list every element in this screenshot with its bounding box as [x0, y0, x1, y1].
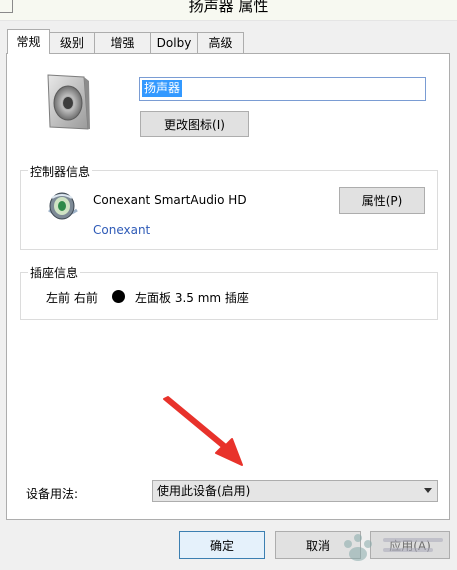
device-usage-value: 使用此设备(启用): [157, 484, 251, 498]
device-name-selection: 扬声器: [142, 80, 183, 97]
jack-color-icon: [112, 290, 125, 303]
device-name-input[interactable]: [139, 77, 426, 101]
tab-general[interactable]: 常规: [7, 29, 50, 54]
tab-enhancements[interactable]: 增强: [94, 32, 151, 53]
controller-properties-button[interactable]: 属性(P): [339, 187, 425, 214]
tab-advanced[interactable]: 高级: [197, 32, 244, 53]
chevron-down-icon: [424, 488, 432, 493]
baidu-watermark-icon: [344, 534, 443, 561]
controller-info-label: 控制器信息: [28, 163, 93, 180]
change-icon-button[interactable]: 更改图标(I): [140, 111, 249, 137]
device-usage-select[interactable]: 使用此设备(启用): [152, 480, 438, 502]
annotation-arrow-icon: [163, 396, 243, 466]
controller-vendor-link[interactable]: Conexant: [93, 223, 150, 237]
jack-channels: 左前 右前: [46, 291, 98, 305]
tab-levels[interactable]: 级别: [49, 32, 95, 53]
device-usage-label: 设备用法:: [26, 487, 79, 501]
window-title: 扬声器 属性: [188, 0, 269, 15]
title-bar: 扬声器 属性: [0, 0, 457, 21]
audio-controller-icon: [48, 192, 78, 220]
speaker-icon: [47, 74, 90, 130]
ok-button[interactable]: 确定: [179, 531, 265, 559]
jack-location: 左面板 3.5 mm 插座: [135, 291, 249, 305]
tab-dolby[interactable]: Dolby: [150, 32, 198, 53]
controller-name: Conexant SmartAudio HD: [93, 193, 247, 207]
jack-info-label: 插座信息: [28, 264, 81, 281]
